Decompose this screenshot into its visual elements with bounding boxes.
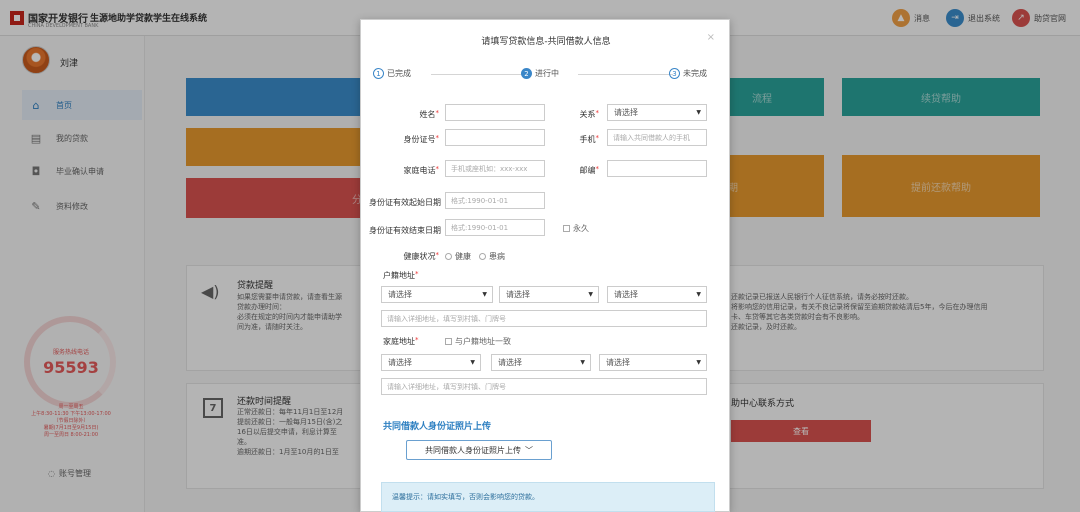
step-completed: 1 已完成 xyxy=(373,68,411,79)
radio-icon xyxy=(479,253,486,260)
home-phone-label: 家庭电话* xyxy=(403,165,440,175)
upload-button-label: 共同借款人身份证照片上传 xyxy=(425,445,521,455)
radio-label: 健康 xyxy=(455,252,471,261)
caret-down-icon: ▼ xyxy=(580,359,585,366)
step-number: 3 xyxy=(669,68,680,79)
step-pending: 3 未完成 xyxy=(669,68,707,79)
chevron-down-icon: ﹀ xyxy=(525,445,533,455)
checkbox-label: 永久 xyxy=(573,224,589,233)
home-district-select[interactable]: 请选择 ▼ xyxy=(599,354,707,371)
close-icon[interactable]: × xyxy=(707,32,715,43)
co-borrower-modal: 请填写贷款信息-共同借款人信息 × 1 已完成 2 进行中 3 未完成 姓名* … xyxy=(360,19,730,512)
health-radio-healthy[interactable]: 健康 xyxy=(445,251,471,262)
step-connector xyxy=(431,74,525,75)
home-city-select[interactable]: 请选择 ▼ xyxy=(491,354,591,371)
home-phone-field[interactable]: 手机或座机如：xxx-xxx xyxy=(445,160,545,177)
name-field[interactable] xyxy=(445,104,545,121)
radio-icon xyxy=(445,253,452,260)
id-number-label: 身份证号* xyxy=(403,134,440,144)
id-end-date-field[interactable]: 格式:1990-01-01 xyxy=(445,219,545,236)
checkbox-icon xyxy=(563,225,570,232)
same-as-hukou-checkbox[interactable]: 与户籍地址一致 xyxy=(445,336,511,347)
phone-field[interactable]: 请输入共同借款人的手机 xyxy=(607,129,707,146)
home-detail-address-field[interactable]: 请输入详细地址，填写到村镇、门牌号 xyxy=(381,378,707,395)
id-start-date-label: 身份证有效起始日期 xyxy=(369,198,441,207)
hukou-district-select[interactable]: 请选择 ▼ xyxy=(607,286,707,303)
step-connector xyxy=(578,74,673,75)
warm-tip-box: 温馨提示：请如实填写，否则会影响您的贷款。 xyxy=(381,482,715,512)
caret-down-icon: ▼ xyxy=(482,291,487,298)
select-value: 请选择 xyxy=(506,290,530,299)
id-number-field[interactable] xyxy=(445,129,545,146)
upload-id-photo-button[interactable]: 共同借款人身份证照片上传 ﹀ xyxy=(406,440,552,460)
caret-down-icon: ▼ xyxy=(588,291,593,298)
checkbox-label: 与户籍地址一致 xyxy=(455,337,511,346)
step-label: 未完成 xyxy=(683,69,707,78)
radio-label: 患病 xyxy=(489,252,505,261)
permanent-checkbox[interactable]: 永久 xyxy=(563,223,589,234)
step-in-progress: 2 进行中 xyxy=(521,68,559,79)
id-start-date-field[interactable]: 格式:1990-01-01 xyxy=(445,192,545,209)
select-value: 请选择 xyxy=(614,108,638,117)
upload-section-title: 共同借款人身份证照片上传 xyxy=(383,422,492,432)
caret-down-icon: ▼ xyxy=(696,109,701,116)
id-end-date-label: 身份证有效结束日期 xyxy=(369,226,441,235)
zip-label: 邮编* xyxy=(579,165,600,175)
select-value: 请选择 xyxy=(388,290,412,299)
name-label: 姓名* xyxy=(419,109,440,119)
hukou-province-select[interactable]: 请选择 ▼ xyxy=(381,286,493,303)
health-label: 健康状况* xyxy=(403,251,440,261)
step-number: 2 xyxy=(521,68,532,79)
home-province-select[interactable]: 请选择 ▼ xyxy=(381,354,481,371)
step-label: 已完成 xyxy=(387,69,411,78)
select-value: 请选择 xyxy=(498,358,522,367)
select-value: 请选择 xyxy=(606,358,630,367)
caret-down-icon: ▼ xyxy=(696,291,701,298)
select-value: 请选择 xyxy=(388,358,412,367)
zip-field[interactable] xyxy=(607,160,707,177)
caret-down-icon: ▼ xyxy=(696,359,701,366)
phone-label: 手机* xyxy=(579,134,600,144)
step-label: 进行中 xyxy=(535,69,559,78)
relation-select[interactable]: 请选择 ▼ xyxy=(607,104,707,121)
modal-title: 请填写贷款信息-共同借款人信息 xyxy=(481,37,611,47)
home-address-label: 家庭地址* xyxy=(383,336,419,346)
hukou-city-select[interactable]: 请选择 ▼ xyxy=(499,286,599,303)
health-radio-sick[interactable]: 患病 xyxy=(479,251,505,262)
select-value: 请选择 xyxy=(614,290,638,299)
hukou-address-label: 户籍地址* xyxy=(383,270,419,280)
hukou-detail-address-field[interactable]: 请输入详细地址，填写到村镇、门牌号 xyxy=(381,310,707,327)
progress-steps: 1 已完成 2 进行中 3 未完成 xyxy=(373,68,719,82)
checkbox-icon xyxy=(445,338,452,345)
step-number: 1 xyxy=(373,68,384,79)
caret-down-icon: ▼ xyxy=(470,359,475,366)
relation-label: 关系* xyxy=(579,109,600,119)
